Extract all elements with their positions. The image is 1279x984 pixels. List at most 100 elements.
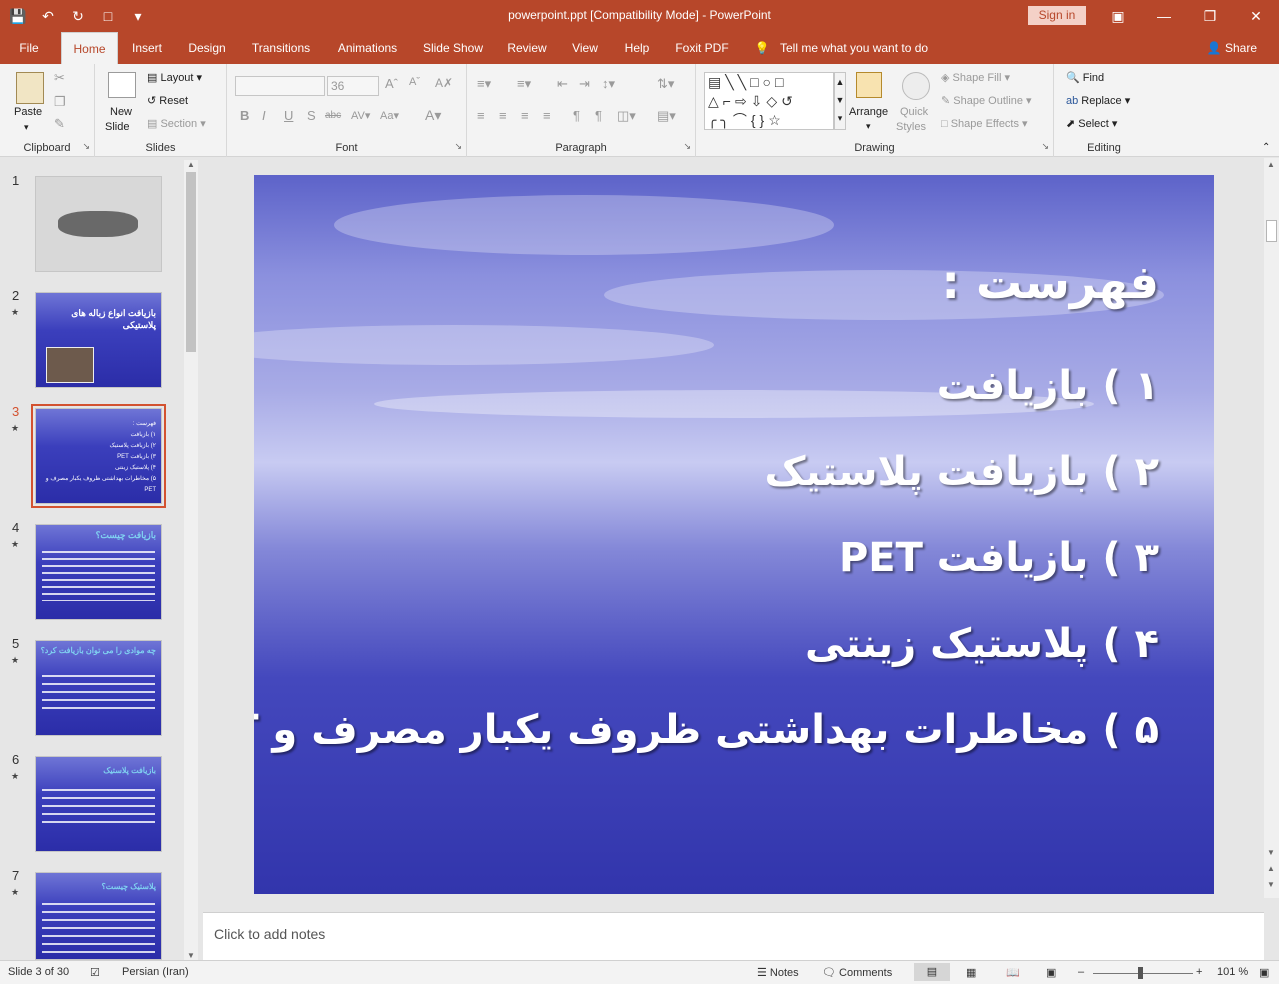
align-right-icon[interactable]: ≡ (521, 108, 529, 123)
decrease-font-icon[interactable]: Aˇ (409, 76, 420, 88)
underline-icon[interactable]: U (284, 108, 293, 123)
paste-icon[interactable] (16, 72, 44, 104)
tab-animations[interactable]: Animations (330, 32, 405, 64)
normal-view-icon[interactable]: ▤ (914, 963, 950, 981)
notes-pane[interactable]: Click to add notes (203, 912, 1264, 960)
strikethrough-icon[interactable]: abc (325, 110, 341, 121)
slide-title[interactable]: فهرست : (942, 255, 1159, 309)
scroll-up-icon[interactable]: ▲ (187, 160, 195, 169)
thumbnail-slide-4[interactable]: بازیافت چیست؟ (35, 524, 162, 620)
quick-styles-label[interactable]: Quick (900, 106, 928, 118)
zoom-in-icon[interactable]: + (1196, 966, 1202, 978)
minimize-icon[interactable]: — (1141, 0, 1187, 32)
align-left-icon[interactable]: ≡ (477, 108, 485, 123)
thumbnail-scroll-thumb[interactable] (186, 172, 196, 352)
tab-view[interactable]: View (566, 32, 604, 64)
tab-file[interactable]: File (12, 32, 46, 64)
paste-button[interactable]: Paste (14, 106, 42, 118)
increase-font-icon[interactable]: Aˆ (385, 76, 398, 91)
scroll-down-icon[interactable]: ▼ (187, 951, 195, 960)
italic-icon[interactable]: I (262, 108, 266, 123)
thumbnail-slide-2[interactable]: بازیافت انواع زباله های پلاستیکی (35, 292, 162, 388)
thumbnail-slide-1[interactable] (35, 176, 162, 272)
quick-styles-icon[interactable] (902, 72, 930, 100)
zoom-out-icon[interactable]: – (1078, 966, 1084, 978)
notes-placeholder[interactable]: Click to add notes (214, 926, 325, 942)
spelling-icon[interactable]: ☑ (90, 966, 100, 979)
cut-icon[interactable]: ✂ (54, 70, 65, 86)
align-text-icon[interactable]: ▤▾ (657, 108, 676, 124)
slide-list-item-1[interactable]: ۱ ) بازیافت (937, 363, 1159, 409)
thumbnail-slide-6[interactable]: بازیافت پلاستیک (35, 756, 162, 852)
tab-help[interactable]: Help (617, 32, 657, 64)
ltr-icon[interactable]: ¶ (595, 108, 602, 123)
tab-transitions[interactable]: Transitions (245, 32, 317, 64)
paragraph-launcher-icon[interactable]: ↘ (683, 141, 691, 152)
shapes-more-icon[interactable]: ▲ ▼ ▾ (834, 72, 846, 130)
notes-toggle[interactable]: ☰ Notes (757, 966, 799, 979)
drawing-launcher-icon[interactable]: ↘ (1041, 141, 1049, 152)
decrease-indent-icon[interactable]: ⇤ (557, 76, 568, 92)
justify-icon[interactable]: ≡ (543, 108, 551, 123)
previous-slide-icon[interactable]: ▲ (1267, 864, 1275, 873)
thumbnail-scrollbar[interactable]: ▲ ▼ (184, 160, 198, 960)
arrange-icon[interactable] (856, 72, 882, 98)
tab-review[interactable]: Review (502, 32, 552, 64)
paste-dropdown-icon[interactable]: ▾ (24, 122, 29, 133)
zoom-level[interactable]: 101 % (1217, 966, 1248, 978)
shapes-gallery[interactable]: ▤╲╲□○□ △⌐⇨⇩◇↺ ╭╮⌒{}☆ (704, 72, 834, 130)
numbering-icon[interactable]: ≡▾ (517, 76, 531, 92)
tab-design[interactable]: Design (182, 32, 232, 64)
tab-home[interactable]: Home (61, 32, 118, 64)
thumbnail-slide-7[interactable]: پلاستیک چیست؟ (35, 872, 162, 960)
editor-scroll-thumb[interactable] (1266, 220, 1277, 242)
text-direction-icon[interactable]: ⇅▾ (657, 76, 674, 92)
ribbon-display-options-icon[interactable]: ▣ (1095, 0, 1141, 32)
new-slide-icon[interactable] (108, 72, 136, 98)
clear-format-icon[interactable]: A✗ (435, 76, 453, 90)
collapse-ribbon-icon[interactable]: ⌃ (1262, 142, 1270, 153)
slide-list-item-5[interactable]: ۵ ) مخاطرات بهداشتی ظروف یکبار مصرف و PE… (254, 707, 1159, 753)
bold-icon[interactable]: B (240, 108, 249, 123)
current-slide[interactable]: فهرست : ۱ ) بازیافت ۲ ) بازیافت پلاستیک … (254, 175, 1214, 894)
copy-icon[interactable]: ❐ (54, 94, 66, 110)
select-button[interactable]: ⬈ Select ▾ (1066, 117, 1117, 130)
tab-foxit-pdf[interactable]: Foxit PDF (670, 32, 734, 64)
shape-outline-button[interactable]: ✎ Shape Outline ▾ (941, 94, 1032, 107)
bullets-icon[interactable]: ≡▾ (477, 76, 491, 92)
tab-insert[interactable]: Insert (125, 32, 169, 64)
zoom-slider-thumb[interactable] (1138, 967, 1143, 979)
layout-button[interactable]: ▤ Layout ▾ (147, 71, 202, 84)
format-painter-icon[interactable]: ✎ (54, 116, 65, 132)
align-center-icon[interactable]: ≡ (499, 108, 507, 123)
language-indicator[interactable]: Persian (Iran) (122, 966, 189, 978)
line-spacing-icon[interactable]: ↕▾ (602, 76, 615, 92)
editor-scrollbar[interactable]: ▲ ▼ ▲ ▼ (1264, 158, 1279, 898)
slide-list-item-3[interactable]: ۳ ) بازیافت PET (839, 535, 1159, 581)
slide-sorter-icon[interactable]: ▦ (966, 966, 976, 979)
restore-icon[interactable]: ❐ (1187, 0, 1233, 32)
increase-indent-icon[interactable]: ⇥ (579, 76, 590, 92)
arrange-dropdown-icon[interactable]: ▾ (866, 121, 871, 132)
share-button[interactable]: 👤 Share (1207, 32, 1257, 64)
new-slide-label[interactable]: New (110, 106, 132, 118)
find-button[interactable]: 🔍 Find (1066, 71, 1104, 84)
slide-list-item-4[interactable]: ۴ ) پلاستیک زینتی (805, 621, 1159, 667)
scroll-up-icon[interactable]: ▲ (1267, 160, 1275, 169)
quick-styles-label-2[interactable]: Styles (896, 121, 926, 133)
font-color-icon[interactable]: A▾ (425, 107, 441, 124)
font-size-box[interactable]: 36 (327, 76, 379, 96)
tell-me-search[interactable]: Tell me what you want to do (780, 32, 940, 64)
arrange-button[interactable]: Arrange (849, 106, 888, 118)
thumbnail-slide-5[interactable]: چه موادی را می توان بازیافت کرد؟ (35, 640, 162, 736)
fit-slide-icon[interactable]: ▣ (1259, 966, 1269, 979)
shape-effects-button[interactable]: □ Shape Effects ▾ (941, 117, 1028, 130)
columns-icon[interactable]: ◫▾ (617, 108, 636, 124)
font-launcher-icon[interactable]: ↘ (454, 141, 462, 152)
thumbnail-slide-3[interactable]: فهرست : ۱) بازیافت ۲) بازیافت پلاستیک ۳)… (31, 404, 166, 508)
font-name-box[interactable] (235, 76, 325, 96)
section-button[interactable]: ▤ Section ▾ (147, 117, 206, 130)
clipboard-launcher-icon[interactable]: ↘ (82, 141, 90, 152)
replace-button[interactable]: ab Replace ▾ (1066, 94, 1130, 107)
zoom-slider[interactable] (1093, 973, 1193, 974)
